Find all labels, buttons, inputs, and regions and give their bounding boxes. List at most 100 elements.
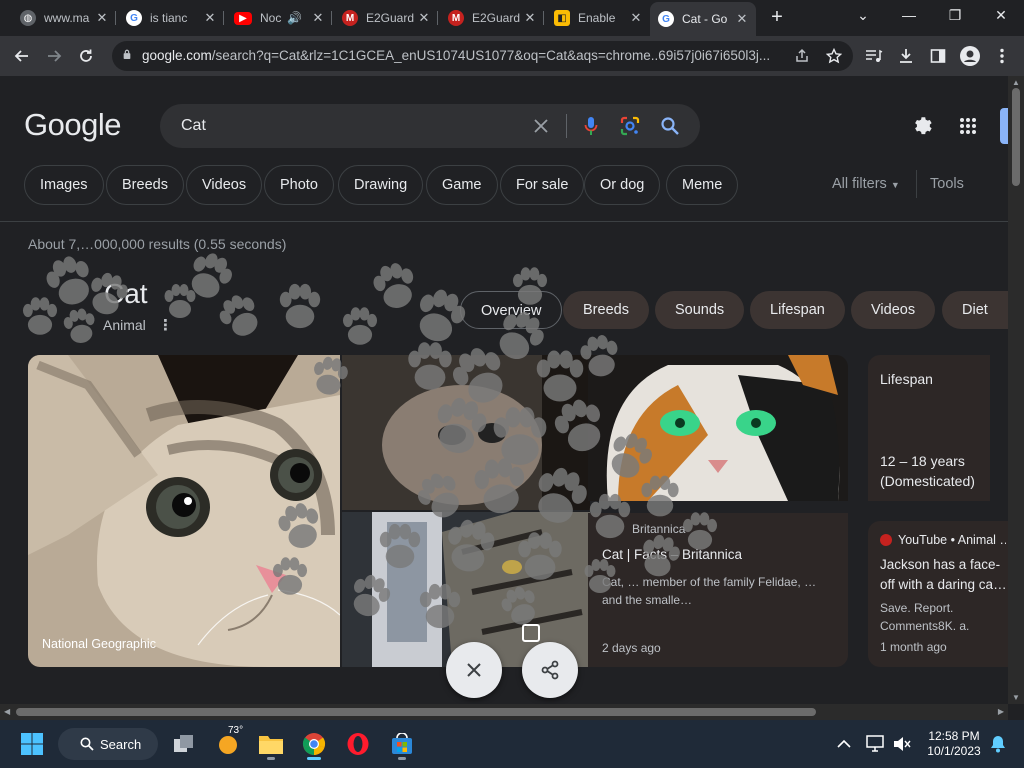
close-icon [467, 663, 481, 677]
tab-close-icon[interactable]: ✕ [310, 10, 326, 26]
chip-or-dog[interactable]: Or dog [584, 165, 661, 205]
close-window-button[interactable]: ✕ [978, 0, 1024, 32]
file-explorer-icon[interactable] [255, 728, 287, 760]
system-clock[interactable]: 12:58 PM 10/1/2023 [918, 729, 990, 759]
show-hidden-icons-chevron[interactable] [828, 728, 860, 760]
back-button[interactable] [10, 44, 34, 68]
open-image-icon[interactable] [522, 624, 540, 642]
google-logo[interactable]: Google [24, 107, 121, 143]
card-title[interactable]: Cat | Facts – Britannica [602, 547, 838, 562]
opera-taskbar-icon[interactable] [342, 728, 374, 760]
cat-photo-2[interactable] [342, 355, 590, 510]
kp-chip-lifespan[interactable]: Lifespan [750, 291, 845, 329]
image-credit: National Geographic [42, 637, 156, 651]
sign-in-button-edge[interactable] [1000, 108, 1008, 144]
bookmark-star-icon[interactable] [822, 44, 846, 68]
all-filters-dropdown[interactable]: All filters ▼ [832, 176, 900, 192]
tab-close-icon[interactable]: ✕ [202, 10, 218, 26]
browser-menu-icon[interactable] [990, 44, 1014, 68]
knowledge-panel-subtitle: Animal [103, 317, 146, 333]
search-submit-icon[interactable] [659, 115, 681, 137]
chrome-taskbar-icon[interactable] [298, 728, 330, 760]
address-bar[interactable]: google.com/search?q=Cat&rlz=1C1GCEA_enUS… [112, 41, 853, 71]
vertical-scrollbar[interactable]: ▲ ▼ [1008, 76, 1024, 704]
tab-close-icon[interactable]: ✕ [416, 10, 432, 26]
tab-youtube[interactable]: ▶ Noc 🔊 ✕ [226, 4, 332, 32]
forward-button[interactable] [42, 44, 66, 68]
restore-button[interactable]: ❐ [932, 0, 978, 32]
calico-cat-photo[interactable] [588, 355, 848, 501]
microsoft-store-icon[interactable] [386, 728, 418, 760]
tab-cat-google[interactable]: G Cat - Go ✕ [650, 2, 756, 36]
horizontal-scroll-thumb[interactable] [16, 708, 816, 716]
search-results-page: Google Cat Images Breeds Videos Photo Dr… [0, 76, 1008, 704]
tab-www[interactable]: ◍ www.ma ✕ [12, 4, 116, 32]
google-g-icon: G [658, 11, 674, 27]
chip-for-sale[interactable]: For sale [500, 165, 585, 205]
vertical-scroll-thumb[interactable] [1012, 88, 1020, 186]
google-apps-grid-icon[interactable] [956, 114, 980, 138]
audio-playing-icon[interactable]: 🔊 [287, 11, 302, 25]
settings-gear-icon[interactable] [910, 114, 934, 138]
chip-breeds[interactable]: Breeds [106, 165, 184, 205]
tab-close-icon[interactable]: ✕ [522, 10, 538, 26]
chip-videos[interactable]: Videos [186, 165, 263, 205]
youtube-result-card[interactable]: YouTube • Animal … Jackson has a face-of… [868, 521, 1008, 667]
clear-search-icon[interactable] [530, 115, 552, 137]
kp-chip-diet[interactable]: Diet [942, 291, 1008, 329]
chip-drawing[interactable]: Drawing [338, 165, 424, 205]
chip-meme[interactable]: Meme [666, 165, 739, 205]
tab-is-tianc[interactable]: G is tianc ✕ [118, 4, 224, 32]
tab-enable[interactable]: ◧ Enable ✕ [546, 4, 650, 32]
chip-game[interactable]: Game [426, 165, 498, 205]
kp-chip-breeds[interactable]: Breeds [563, 291, 649, 329]
more-options-icon[interactable]: ⋮ [158, 316, 173, 334]
horizontal-scrollbar[interactable]: ◀ ▶ [0, 704, 1008, 720]
downloads-icon[interactable] [894, 44, 918, 68]
share-overlay-button[interactable] [522, 642, 578, 698]
tools-button[interactable]: Tools [930, 176, 964, 192]
kp-chip-overview[interactable]: Overview [460, 291, 563, 329]
cat-photo-main[interactable]: National Geographic [28, 355, 340, 667]
windows-start-icon[interactable] [16, 728, 48, 760]
chip-images[interactable]: Images [24, 165, 104, 205]
profile-avatar-icon[interactable] [958, 44, 982, 68]
britannica-result-card[interactable]: Britannica Cat | Facts – Britannica Cat,… [588, 513, 848, 667]
chip-photo[interactable]: Photo [264, 165, 334, 205]
tab-close-icon[interactable]: ✕ [628, 10, 644, 26]
screen: ◍ www.ma ✕ G is tianc ✕ ▶ Noc 🔊 ✕ M E2Gu… [0, 0, 1024, 768]
caret-down-icon: ▼ [890, 180, 900, 190]
share-page-icon[interactable] [790, 44, 814, 68]
search-query[interactable]: Cat [181, 117, 206, 135]
card-age: 2 days ago [602, 641, 661, 655]
volume-muted-icon[interactable] [886, 728, 918, 760]
close-overlay-button[interactable] [446, 642, 502, 698]
google-lens-icon[interactable] [619, 115, 641, 137]
url-path: /search?q=Cat&rlz=1C1GCEA_enUS1074US1077… [211, 48, 771, 63]
browser-toolbar: google.com/search?q=Cat&rlz=1C1GCEA_enUS… [0, 36, 1024, 76]
tab-search-chevron-icon[interactable]: ⌄ [840, 0, 886, 32]
task-view-icon[interactable] [168, 728, 200, 760]
kp-chip-videos[interactable]: Videos [851, 291, 936, 329]
minimize-button[interactable]: — [886, 0, 932, 32]
tab-e2guardian-1[interactable]: M E2Guard ✕ [334, 4, 438, 32]
tab-close-icon[interactable]: ✕ [94, 10, 110, 26]
lock-icon[interactable] [122, 49, 132, 59]
side-panel-icon[interactable] [926, 44, 950, 68]
url-domain: google.com [142, 48, 212, 63]
taskbar-search-button[interactable]: Search [58, 728, 158, 760]
lifespan-card[interactable]: Lifespan 12 – 18 years (Domesticated) [868, 355, 990, 501]
weather-widget[interactable]: 73° [212, 725, 244, 760]
voice-search-mic-icon[interactable] [580, 115, 602, 137]
youtube-title[interactable]: Jackson has a face-off with a daring ca… [880, 555, 1008, 595]
kp-chip-sounds[interactable]: Sounds [655, 291, 745, 329]
youtube-meta: Save. Report. Comments8K. a. Mari… [880, 601, 970, 633]
search-box[interactable]: Cat [160, 104, 700, 148]
notification-bell-icon[interactable] [982, 728, 1014, 760]
tab-e2guardian-2[interactable]: M E2Guard ✕ [440, 4, 544, 32]
new-tab-button[interactable]: + [766, 6, 788, 28]
google-g-icon: G [126, 10, 142, 26]
media-controls-icon[interactable] [862, 44, 886, 68]
tab-close-icon[interactable]: ✕ [734, 11, 750, 27]
reload-button[interactable] [74, 44, 98, 68]
